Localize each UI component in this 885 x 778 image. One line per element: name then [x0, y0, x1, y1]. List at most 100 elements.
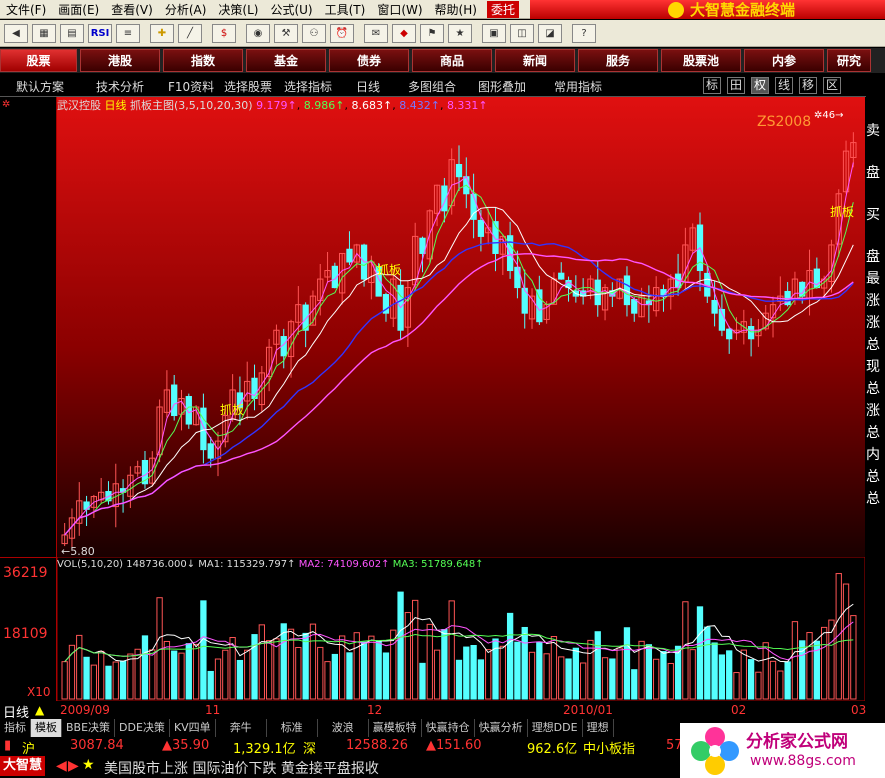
func-select-stock[interactable]: 选择股票: [224, 78, 272, 95]
menu-window[interactable]: 窗口(W): [371, 1, 428, 18]
order-book-panel: 卖 盘 买 盘 最 涨 涨 总 现 总 涨 总 内 总 总: [866, 96, 885, 711]
func-overlay[interactable]: 图形叠加: [478, 78, 526, 95]
list-icon[interactable]: ≡: [116, 24, 140, 43]
func-btn-mark[interactable]: 标: [703, 77, 721, 94]
tab-win-analysis[interactable]: 快赢分析: [475, 719, 528, 737]
func-daily[interactable]: 日线: [356, 78, 380, 95]
news-icon[interactable]: ✉: [364, 24, 388, 43]
cat-stock[interactable]: 股票: [0, 49, 77, 72]
tab-ideal-dde[interactable]: 理想DDE: [528, 719, 583, 737]
menu-view-screen[interactable]: 画面(E): [52, 1, 105, 18]
cat-insider[interactable]: 内参: [744, 49, 824, 72]
window-icon[interactable]: ◫: [510, 24, 534, 43]
low-price-label: ←5.80: [61, 545, 95, 557]
date-label-6: 03: [851, 703, 867, 717]
volume-bar: [141, 635, 149, 700]
chart-icon[interactable]: ▤: [60, 24, 84, 43]
menu-file[interactable]: 文件(F): [0, 1, 52, 18]
vol-value: 148736.000↓: [126, 559, 196, 570]
tab-bull[interactable]: 奔牛: [216, 719, 267, 737]
crosshair-icon[interactable]: ✚: [150, 24, 174, 43]
func-tech-analysis[interactable]: 技术分析: [96, 78, 144, 95]
date-axis-bar: 日线 ▲ 2009/09 11 12 2010/01 02 03: [0, 701, 885, 721]
menu-help[interactable]: 帮助(H): [429, 1, 483, 18]
menu-view[interactable]: 查看(V): [105, 1, 159, 18]
func-multi-chart[interactable]: 多图组合: [408, 78, 456, 95]
tab-bbe[interactable]: BBE决策: [62, 719, 116, 737]
category-bar: 股票 港股 指数 基金 债券 商品 新闻 服务 股票池 内参 研究: [0, 48, 885, 73]
func-btn-range[interactable]: 区: [823, 77, 841, 94]
func-btn-grid[interactable]: 田: [727, 77, 745, 94]
cat-bond[interactable]: 债券: [329, 49, 409, 72]
func-default-plan[interactable]: 默认方案: [16, 78, 64, 95]
volume-bar: [375, 640, 382, 700]
flag-icon[interactable]: ⚑: [420, 24, 444, 43]
func-btn-line[interactable]: 线: [775, 77, 793, 94]
tab-indicator[interactable]: 指标: [0, 719, 31, 737]
menu-tools[interactable]: 工具(T): [319, 1, 372, 18]
help-cursor-icon[interactable]: ?: [572, 24, 596, 43]
cat-news[interactable]: 新闻: [495, 49, 575, 72]
gear-icon[interactable]: ✲: [2, 99, 10, 110]
volume-bar: [514, 641, 521, 700]
binoculars-icon[interactable]: ⚇: [302, 24, 326, 43]
volume-chart[interactable]: [57, 557, 865, 701]
menu-decision[interactable]: 决策(L): [212, 1, 264, 18]
volume-bar: [185, 643, 192, 700]
rp-change-2: 涨: [866, 403, 880, 419]
tab-standard[interactable]: 标准: [267, 719, 318, 737]
func-btn-move[interactable]: 移: [799, 77, 817, 94]
vol-ma3: MA3: 51789.648↑: [392, 559, 484, 570]
chart-header: 武汉控股 日线 抓板主图(3,5,10,20,30) 9.179↑, 8.986…: [57, 99, 488, 112]
sh-amount: 1,329.1亿: [233, 742, 296, 757]
diamond-icon[interactable]: ◆: [392, 24, 416, 43]
period-triangle-icon[interactable]: ▲: [35, 703, 44, 717]
func-common-indicator[interactable]: 常用指标: [554, 78, 602, 95]
trade-button[interactable]: 委托: [486, 0, 519, 18]
rsi-button[interactable]: RSI: [88, 24, 112, 43]
tab-template[interactable]: 模板: [31, 719, 62, 737]
grid-icon[interactable]: ▦: [32, 24, 56, 43]
cat-research[interactable]: 研究: [827, 49, 871, 72]
volume-header: VOL(5,10,20) 148736.000↓ MA1: 115329.797…: [57, 559, 865, 572]
back-icon[interactable]: ◀: [4, 24, 28, 43]
star-icon[interactable]: ★: [448, 24, 472, 43]
cat-hk[interactable]: 港股: [80, 49, 160, 72]
price-axis-left: ✲: [0, 97, 57, 557]
news-headline[interactable]: 美国股市上涨 国际油价下跌 黄金接平盘报收: [104, 758, 379, 778]
menu-analysis[interactable]: 分析(A): [159, 1, 213, 18]
rp-total-5: 总: [866, 491, 880, 507]
func-f10[interactable]: F10资料: [168, 78, 214, 95]
cat-stockpool[interactable]: 股票池: [661, 49, 741, 72]
tab-kv[interactable]: KV四单: [170, 719, 216, 737]
vol-label: VOL(5,10,20): [57, 559, 124, 570]
cat-fund[interactable]: 基金: [246, 49, 326, 72]
site-url: www.88gs.com: [750, 753, 856, 769]
volume-bar: [623, 627, 631, 700]
tool-icon[interactable]: ⚒: [274, 24, 298, 43]
ruler-icon[interactable]: ╱: [178, 24, 202, 43]
next-arrow-icon[interactable]: ▶: [68, 758, 79, 774]
tab-win-template[interactable]: 赢模板特: [369, 719, 422, 737]
dollar-icon[interactable]: $: [212, 24, 236, 43]
candle: [207, 443, 214, 459]
volume-bar: [477, 659, 485, 700]
alarm-icon[interactable]: ⏰: [330, 24, 354, 43]
dialog-icon[interactable]: ◪: [538, 24, 562, 43]
prev-arrow-icon[interactable]: ◀: [56, 758, 67, 774]
menu-formula[interactable]: 公式(U): [264, 1, 318, 18]
func-select-indicator[interactable]: 选择指标: [284, 78, 332, 95]
sz-amount: 962.6亿: [527, 742, 578, 757]
glasses-icon[interactable]: ◉: [246, 24, 270, 43]
volume-bar: [83, 656, 90, 700]
tab-wave[interactable]: 波浪: [318, 719, 369, 737]
func-btn-rights[interactable]: 权: [751, 77, 769, 94]
cat-index[interactable]: 指数: [163, 49, 243, 72]
calc-icon[interactable]: ▣: [482, 24, 506, 43]
cat-commodity[interactable]: 商品: [412, 49, 492, 72]
tab-win-position[interactable]: 快赢持仓: [422, 719, 475, 737]
tab-dde[interactable]: DDE决策: [115, 719, 170, 737]
price-chart[interactable]: ZS2008 ←5.80 ✲46→ 抓板 抓板 抓板: [57, 97, 865, 557]
cat-service[interactable]: 服务: [578, 49, 658, 72]
tab-ideal[interactable]: 理想: [583, 719, 614, 737]
